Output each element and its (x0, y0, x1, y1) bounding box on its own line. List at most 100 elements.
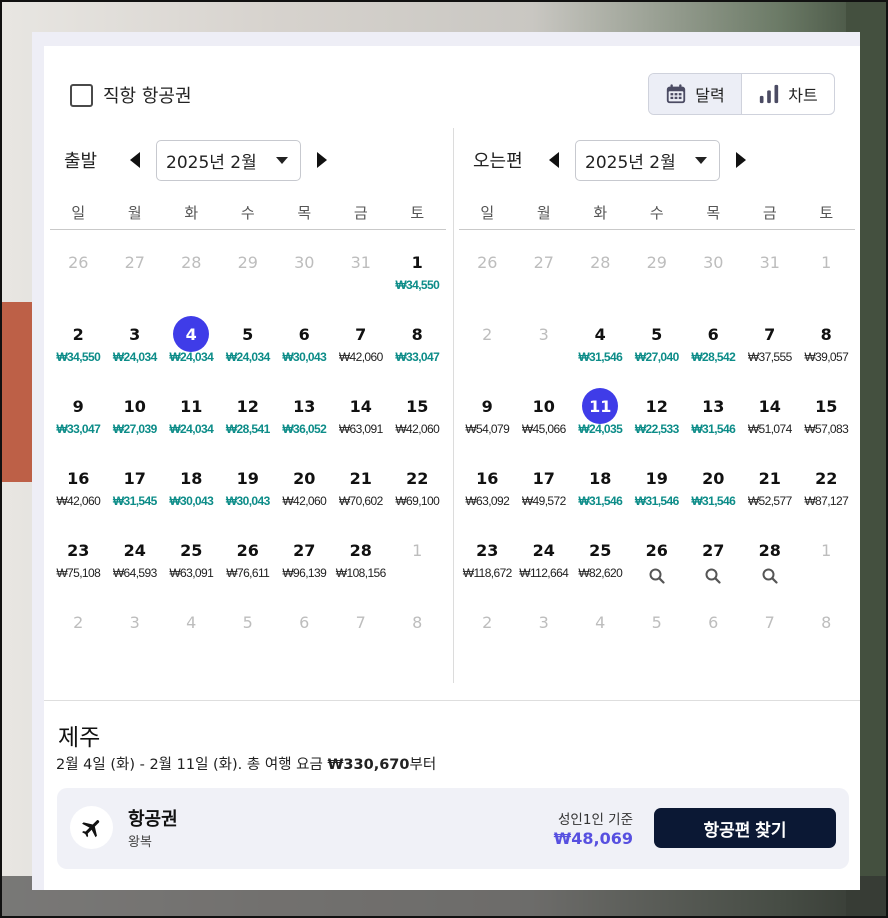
departure-day-cell[interactable]: 5 ₩24,034 (220, 310, 277, 382)
departure-month-select[interactable]: 2025년 2월 (156, 139, 301, 181)
departure-selected-day[interactable]: 4 ₩24,034 (163, 310, 220, 382)
chart-view-button[interactable]: 차트 (742, 74, 834, 114)
departure-day-cell[interactable]: 24 ₩64,593 (107, 526, 164, 598)
return-day-cell[interactable]: 19 ₩31,546 (629, 454, 686, 526)
return-day-cell[interactable]: 10 ₩45,066 (516, 382, 573, 454)
departure-prev-month-button[interactable] (122, 140, 148, 180)
return-day-cell[interactable]: 12 ₩22,533 (629, 382, 686, 454)
return-day-cell[interactable]: 21 ₩52,577 (742, 454, 799, 526)
departure-day-cell[interactable]: 25 ₩63,091 (163, 526, 220, 598)
departure-day-cell[interactable]: 3 ₩24,034 (107, 310, 164, 382)
day-price: ₩31,545 (112, 494, 157, 508)
departure-day-cell[interactable]: 13 ₩36,052 (276, 382, 333, 454)
day-price: ₩51,074 (747, 422, 792, 436)
departure-day-cell[interactable]: 17 ₩31,545 (107, 454, 164, 526)
weekday-label: 화 (184, 204, 199, 222)
day-number: 1 (821, 252, 832, 272)
chevron-down-icon (276, 156, 288, 164)
direct-flight-filter[interactable]: 직항 항공권 (70, 82, 192, 108)
departure-next-month-button[interactable] (309, 140, 335, 180)
weekday-header: 일 월 화 수 목 금 토 (50, 202, 446, 230)
departure-day-cell[interactable]: 12 ₩28,541 (220, 382, 277, 454)
departure-day-cell[interactable]: 23 ₩75,108 (50, 526, 107, 598)
day-number: 26 (68, 252, 89, 272)
direct-flight-checkbox[interactable] (70, 83, 93, 107)
return-day-cell[interactable]: 22 ₩87,127 (798, 454, 855, 526)
return-day-cell[interactable]: 27 (685, 526, 742, 598)
search-icon[interactable] (762, 568, 778, 584)
return-day-cell[interactable]: 13 ₩31,546 (685, 382, 742, 454)
departure-day-cell[interactable]: 16 ₩42,060 (50, 454, 107, 526)
departure-day-cell[interactable]: 2 ₩34,550 (50, 310, 107, 382)
return-day-cell[interactable]: 5 ₩27,040 (629, 310, 686, 382)
return-day-cell[interactable]: 16 ₩63,092 (459, 454, 516, 526)
departure-day-cell[interactable]: 7 ₩42,060 (333, 310, 390, 382)
find-flights-button[interactable]: 항공편 찾기 (654, 808, 836, 848)
day-number: 26 (236, 540, 259, 560)
return-day-cell[interactable]: 26 (629, 526, 686, 598)
day-price: ₩63,091 (338, 422, 383, 436)
departure-day-cell[interactable]: 27 ₩96,139 (276, 526, 333, 598)
departure-day-cell[interactable]: 20 ₩42,060 (276, 454, 333, 526)
day-number: 6 (299, 612, 310, 632)
day-price: ₩112,664 (519, 566, 569, 580)
departure-day-cell[interactable]: 26 ₩76,611 (220, 526, 277, 598)
return-day-cell[interactable]: 8 ₩39,057 (798, 310, 855, 382)
return-day-cell[interactable]: 24 ₩112,664 (516, 526, 573, 598)
departure-day-cell[interactable]: 19 ₩30,043 (220, 454, 277, 526)
day-price: ₩42,060 (56, 494, 101, 508)
screenshot-frame: 직항 항공권 달력 차트 출발 2025년 2월 일 월 화 수 목 금 토 2… (0, 0, 888, 918)
return-day-cell[interactable]: 14 ₩51,074 (742, 382, 799, 454)
day-number: 27 (533, 252, 554, 272)
departure-day-cell[interactable]: 22 ₩69,100 (389, 454, 446, 526)
return-day-cell[interactable]: 4 ₩31,546 (572, 310, 629, 382)
direct-flight-label: 직항 항공권 (103, 86, 192, 107)
return-day-cell: 1 (798, 238, 855, 310)
return-selected-day[interactable]: 11 ₩24,035 (572, 382, 629, 454)
departure-day-cell[interactable]: 11 ₩24,034 (163, 382, 220, 454)
departure-day-cell[interactable]: 15 ₩42,060 (389, 382, 446, 454)
return-month-select[interactable]: 2025년 2월 (575, 139, 720, 181)
weekday-label: 수 (240, 204, 255, 222)
weekday-label: 목 (706, 204, 721, 222)
calendar-icon (667, 84, 686, 104)
return-next-month-button[interactable] (728, 140, 754, 180)
departure-day-cell[interactable]: 10 ₩27,039 (107, 382, 164, 454)
chart-view-label: 차트 (788, 86, 818, 105)
departure-day-cell[interactable]: 9 ₩33,047 (50, 382, 107, 454)
day-number: 8 (821, 612, 832, 632)
search-icon[interactable] (705, 568, 721, 584)
departure-day-cell: 6 (276, 598, 333, 670)
day-number: 14 (349, 396, 372, 416)
view-toggle: 달력 차트 (648, 73, 835, 115)
departure-day-cell[interactable]: 6 ₩30,043 (276, 310, 333, 382)
search-icon[interactable] (649, 568, 665, 584)
departure-day-cell[interactable]: 14 ₩63,091 (333, 382, 390, 454)
day-number: 12 (645, 396, 668, 416)
day-number: 31 (759, 252, 780, 272)
departure-day-cell[interactable]: 18 ₩30,043 (163, 454, 220, 526)
return-day-cell[interactable]: 7 ₩37,555 (742, 310, 799, 382)
return-day-cell[interactable]: 25 ₩82,620 (572, 526, 629, 598)
calendar-view-button[interactable]: 달력 (649, 74, 742, 114)
departure-day-cell[interactable]: 28 ₩108,156 (333, 526, 390, 598)
return-day-cell: 29 (629, 238, 686, 310)
day-price: ₩39,057 (804, 350, 849, 364)
day-number: 26 (477, 252, 498, 272)
background-decoration (2, 302, 36, 482)
return-prev-month-button[interactable] (541, 140, 567, 180)
day-price: ₩87,127 (804, 494, 849, 508)
return-day-cell[interactable]: 23 ₩118,672 (459, 526, 516, 598)
return-day-cell: 28 (572, 238, 629, 310)
return-day-cell[interactable]: 18 ₩31,546 (572, 454, 629, 526)
return-day-cell[interactable]: 28 (742, 526, 799, 598)
return-day-cell[interactable]: 6 ₩28,542 (685, 310, 742, 382)
departure-day-cell[interactable]: 8 ₩33,047 (389, 310, 446, 382)
return-day-cell[interactable]: 9 ₩54,079 (459, 382, 516, 454)
return-day-cell[interactable]: 17 ₩49,572 (516, 454, 573, 526)
day-number: 27 (124, 252, 145, 272)
departure-day-cell[interactable]: 1 ₩34,550 (389, 238, 446, 310)
return-day-cell[interactable]: 20 ₩31,546 (685, 454, 742, 526)
departure-day-cell[interactable]: 21 ₩70,602 (333, 454, 390, 526)
return-day-cell[interactable]: 15 ₩57,083 (798, 382, 855, 454)
